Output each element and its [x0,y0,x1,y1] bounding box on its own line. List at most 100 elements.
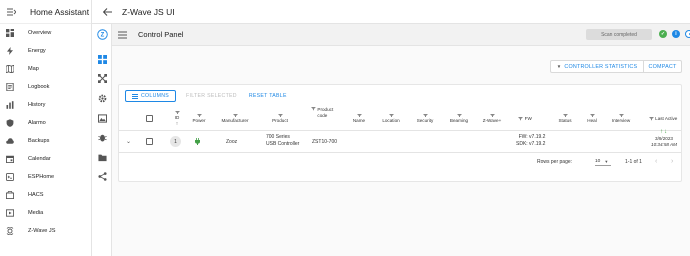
share-icon[interactable] [96,170,108,182]
column-header-label: Last Active [655,116,678,122]
filter-icon [618,113,624,118]
sidebar-item-label: Z-Wave JS [28,228,56,234]
column-header-label: Interview [611,118,631,124]
cell-last-active: ↑↓ 3/9/2023 10:34:58 AM [647,129,681,147]
column-header-name[interactable]: Name [351,107,367,131]
next-page-icon[interactable]: › [671,157,673,166]
filter-icon [277,113,283,118]
back-arrow-icon[interactable] [102,7,112,17]
column-header-status[interactable]: Status [555,107,575,131]
prev-page-icon[interactable]: ‹ [655,157,657,166]
filter-icon [518,117,524,121]
reset-table-button[interactable]: RESET TABLE [243,90,293,102]
column-header-label: Location [382,118,400,124]
column-header-label: Heal [587,118,597,124]
row-checkbox[interactable] [146,138,153,145]
column-header-zwave-plus[interactable]: Z-Wave+ [481,107,503,131]
history-clock-icon[interactable] [685,30,690,38]
sidebar-item-zwave-js[interactable]: Z-Wave JS [0,222,91,240]
column-header-last-active[interactable]: Last Active [647,107,679,131]
select-caret-icon: ▼ [604,158,609,164]
column-header-label: Beaming [449,118,469,124]
expand-chevron-icon[interactable]: ⌄ [126,138,131,146]
column-header-manufacturer[interactable]: Manufacturer [217,107,253,131]
controller-statistics-button[interactable]: ▼ CONTROLLER STATISTICS [550,60,644,73]
sidebar-item-logbook[interactable]: Logbook [0,78,91,96]
sidebar-item-calendar[interactable]: Calendar [0,150,91,168]
hamburger-menu-icon[interactable] [118,31,127,39]
menu-open-icon[interactable] [6,7,16,17]
sidebar-item-label: Energy [28,48,46,54]
cell-product-code: ZST10-700 [312,139,338,145]
logbook-icon [6,83,14,91]
sidebar-item-backups[interactable]: Backups [0,132,91,150]
select-all-checkbox[interactable] [146,115,153,122]
rows-per-page-value: 10 [595,158,601,164]
sidebar-item-label: Media [28,210,44,216]
column-header-heal[interactable]: Heal [584,107,600,131]
column-header-interview[interactable]: Interview [609,107,633,131]
column-header-security[interactable]: Security [414,107,436,131]
sidebar-item-overview[interactable]: Overview [0,24,91,42]
sidebar-item-history[interactable]: History [0,96,91,114]
zwave-icon [6,227,14,235]
compact-button[interactable]: COMPACT [644,60,682,73]
status-ok-icon[interactable]: ✓ [659,30,667,38]
column-header-product[interactable]: Product [267,107,293,131]
rows-per-page-select[interactable]: 10 ▼ [595,157,611,166]
info-icon[interactable]: i [672,30,680,38]
filter-selected-button[interactable]: FILTER SELECTED [180,90,243,102]
network-graph-icon[interactable] [96,72,108,84]
column-header-label: Name [352,118,366,124]
sort-ascending-icon: ↑ [175,120,179,127]
logo-letter: Z [100,32,104,38]
app-title: Z-Wave JS UI [122,6,175,17]
sidebar-item-label: Calendar [28,156,51,162]
filter-icon [174,110,180,115]
column-header-id[interactable]: ID ↑ [169,107,185,131]
columns-label: COLUMNS [141,93,170,99]
filter-icon [232,113,238,118]
column-header-power[interactable]: Power [189,107,209,131]
column-header-label: FW [524,116,532,122]
alarmo-icon [6,119,14,127]
page-title: Control Panel [138,30,184,39]
sidebar-item-hacs[interactable]: HACS [0,186,91,204]
energy-icon [6,47,14,55]
scenes-icon[interactable] [96,112,108,124]
column-header-fw[interactable]: FW [514,107,536,131]
column-header-location[interactable]: Location [379,107,403,131]
table-row[interactable]: ⌄ 1 Zooz 700 Series USB Controller ZST10… [119,129,681,153]
store-icon[interactable] [96,151,108,163]
sidebar-item-media[interactable]: Media [0,204,91,222]
app-header: Z-Wave JS UI [92,0,690,24]
tx-rx-arrows-icon: ↑↓ [660,129,668,135]
sidebar-item-label: History [28,102,46,108]
sidebar-item-esphome[interactable]: ESPHome [0,168,91,186]
pagination-range: 1-1 of 1 [625,159,642,165]
sidebar-item-map[interactable]: Map [0,60,91,78]
cell-product: 700 Series USB Controller [266,134,299,148]
product-line-2: USB Controller [266,140,300,147]
sidebar-item-alarmo[interactable]: Alarmo [0,114,91,132]
sidebar-item-label: Alarmo [28,120,46,126]
table-pagination: Rows per page: 10 ▼ 1-1 of 1 ‹ › [119,155,681,171]
rows-per-page-label: Rows per page: [537,159,573,165]
sidebar-item-label: Overview [28,30,52,36]
filter-icon [311,107,316,111]
column-header-label: Security [416,118,434,124]
last-active-time: 10:34:58 AM [651,141,677,147]
filter-icon [422,113,428,118]
settings-icon[interactable] [96,92,108,104]
sidebar-item-label: ESPHome [28,174,55,180]
column-header-label: Power [192,118,206,124]
sidebar-item-label: Backups [28,138,50,144]
overview-icon [6,29,14,37]
debug-icon[interactable] [96,131,108,143]
control-panel-icon[interactable] [96,53,108,65]
sidebar-item-label: Logbook [28,84,50,90]
columns-button[interactable]: COLUMNS [125,90,177,102]
column-header-product-code[interactable]: Product code [311,107,335,131]
sidebar-item-energy[interactable]: Energy [0,42,91,60]
column-header-beaming[interactable]: Beaming [447,107,471,131]
